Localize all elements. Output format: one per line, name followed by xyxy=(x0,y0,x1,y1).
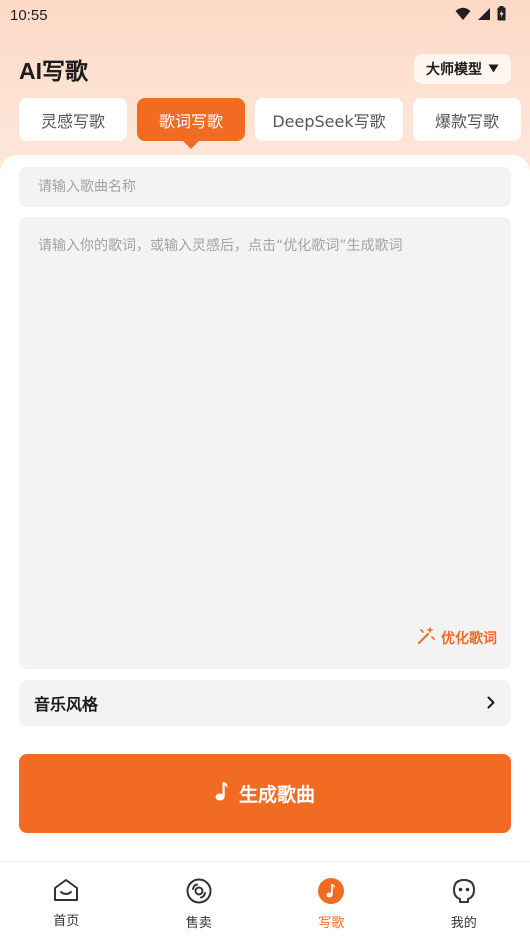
nav-item-write-song[interactable]: 写歌 xyxy=(265,862,398,942)
music-note-icon xyxy=(318,878,345,908)
battery-icon xyxy=(497,5,506,25)
lyrics-input[interactable] xyxy=(19,217,511,617)
bottom-nav: 首页 售卖 写歌 我的 xyxy=(0,861,530,942)
caret-down-icon xyxy=(488,61,499,77)
tab-hit-song[interactable]: 爆款写歌 xyxy=(413,98,521,141)
nav-item-home[interactable]: 首页 xyxy=(0,862,133,942)
nav-label: 我的 xyxy=(450,916,477,931)
generate-song-label: 生成歌曲 xyxy=(238,784,315,806)
home-icon xyxy=(52,878,80,906)
optimize-lyrics-button[interactable]: 优化歌词 xyxy=(417,627,497,649)
nav-item-profile[interactable]: 我的 xyxy=(398,862,530,942)
music-note-icon xyxy=(215,781,229,806)
mode-tabs: 灵感写歌 歌词写歌 DeepSeek写歌 爆款写歌 xyxy=(19,98,521,141)
chevron-right-icon xyxy=(487,694,495,713)
page-title: AI写歌 xyxy=(19,58,88,84)
tab-lyrics[interactable]: 歌词写歌 xyxy=(137,98,245,141)
disc-icon xyxy=(186,878,212,908)
model-selector[interactable]: 大师模型 xyxy=(414,54,511,84)
status-icons xyxy=(455,5,506,25)
tab-label: DeepSeek写歌 xyxy=(272,111,386,131)
tab-inspiration[interactable]: 灵感写歌 xyxy=(19,98,127,141)
optimize-lyrics-label: 优化歌词 xyxy=(441,631,497,647)
tab-label: 歌词写歌 xyxy=(158,111,223,131)
nav-label: 售卖 xyxy=(185,916,212,931)
wifi-icon xyxy=(455,6,471,25)
tab-label: 爆款写歌 xyxy=(434,111,499,131)
magic-wand-icon xyxy=(417,627,435,649)
song-name-input[interactable] xyxy=(19,167,511,207)
signal-icon xyxy=(477,6,491,25)
app-header: AI写歌 大师模型 xyxy=(0,50,530,88)
tab-label: 灵感写歌 xyxy=(40,111,105,131)
generate-song-button[interactable]: 生成歌曲 xyxy=(19,754,511,833)
status-time: 10:55 xyxy=(10,6,48,24)
lyrics-panel: 优化歌词 xyxy=(19,217,511,669)
profile-icon xyxy=(452,878,476,908)
nav-label: 首页 xyxy=(53,914,80,929)
music-style-selector[interactable]: 音乐风格 xyxy=(19,680,511,726)
music-style-label: 音乐风格 xyxy=(34,695,99,714)
status-bar: 10:55 xyxy=(0,0,530,30)
model-selector-label: 大师模型 xyxy=(426,62,482,78)
tab-deepseek[interactable]: DeepSeek写歌 xyxy=(255,98,403,141)
nav-item-sell[interactable]: 售卖 xyxy=(133,862,266,942)
nav-label: 写歌 xyxy=(318,916,345,931)
